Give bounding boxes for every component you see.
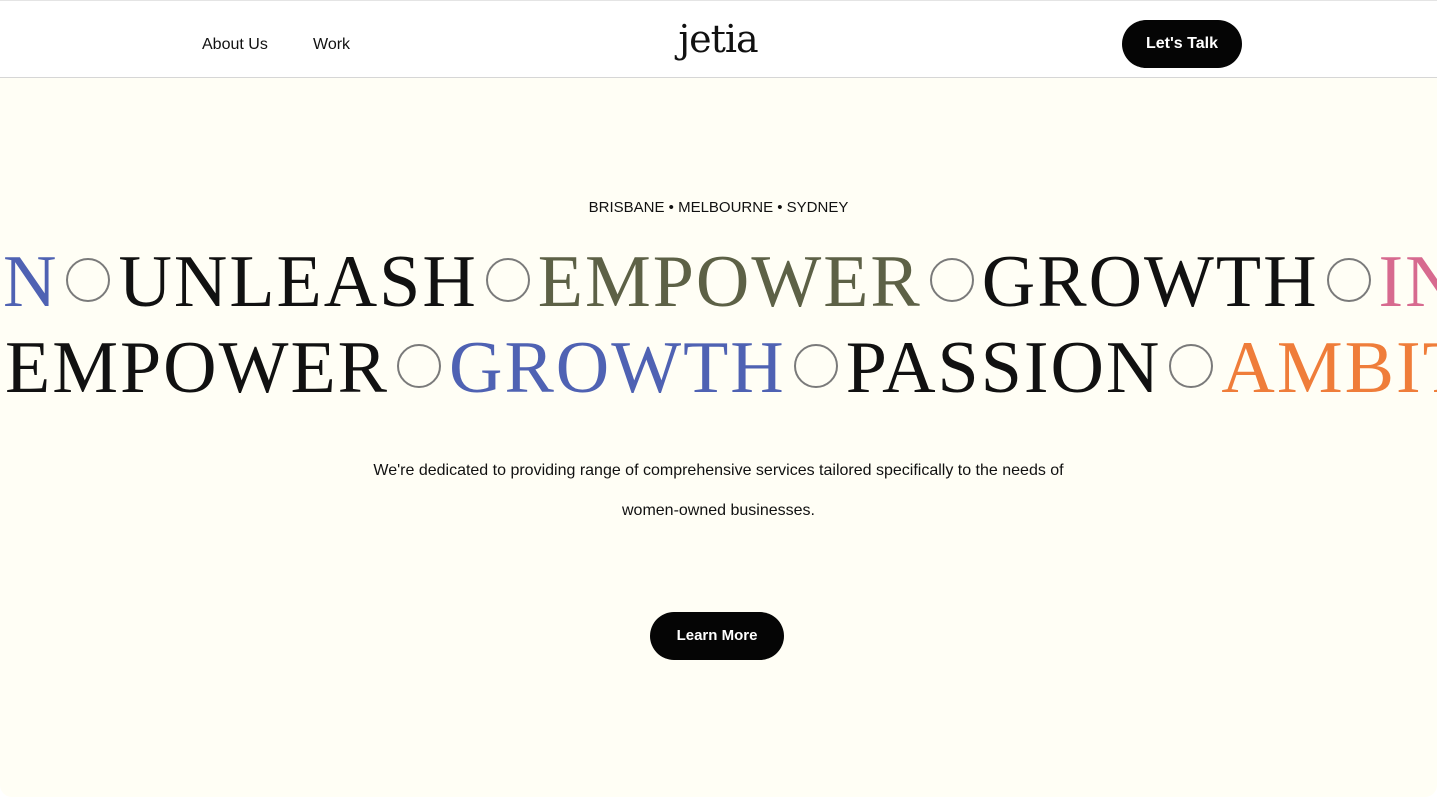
lets-talk-button[interactable]: Let's Talk	[1122, 20, 1242, 68]
nav-about-us-link[interactable]: About Us	[202, 35, 268, 55]
circle-separator-icon	[1326, 258, 1371, 302]
hero-tagline: We're dedicated to providing range of co…	[0, 451, 1437, 531]
nav-work-link[interactable]: Work	[313, 35, 350, 55]
marquee-word: AMBIT	[1221, 327, 1437, 409]
city-list: BRISBANE • MELBOURNE • SYDNEY	[588, 199, 849, 216]
circle-separator-icon	[929, 258, 974, 302]
marquee-word: EMPOWER	[537, 241, 922, 323]
marquee-word: EMPOWER	[5, 327, 389, 409]
tagline-line-2: women-owned businesses.	[622, 502, 815, 519]
circle-separator-icon	[1169, 344, 1214, 388]
marquee-word: IN	[1378, 241, 1437, 323]
logo-wordmark: jetia	[678, 17, 758, 61]
circle-separator-icon	[485, 258, 530, 302]
site-header: About Us Work jetia Let's Talk	[0, 1, 1437, 78]
marquee-word: GROWTH	[981, 241, 1319, 323]
page: About Us Work jetia Let's Talk BRISBANE …	[0, 0, 1437, 797]
marquee-row-top: N UNLEASH EMPOWER GROWTH IN	[3, 237, 1437, 327]
tagline-line-1: We're dedicated to providing range of co…	[373, 462, 1064, 479]
circle-separator-icon	[397, 344, 441, 388]
marquee-word: GROWTH	[449, 327, 786, 409]
learn-more-button[interactable]: Learn More	[650, 612, 784, 660]
marquee-word: PASSION	[845, 327, 1162, 409]
jetia-logo[interactable]: jetia	[672, 13, 764, 73]
circle-separator-icon	[793, 344, 838, 388]
circle-separator-icon	[66, 258, 111, 302]
marquee-word: N	[3, 241, 59, 323]
marquee-row-bottom: EMPOWER GROWTH PASSION AMBIT	[5, 323, 1437, 413]
marquee-word: UNLEASH	[118, 241, 478, 323]
